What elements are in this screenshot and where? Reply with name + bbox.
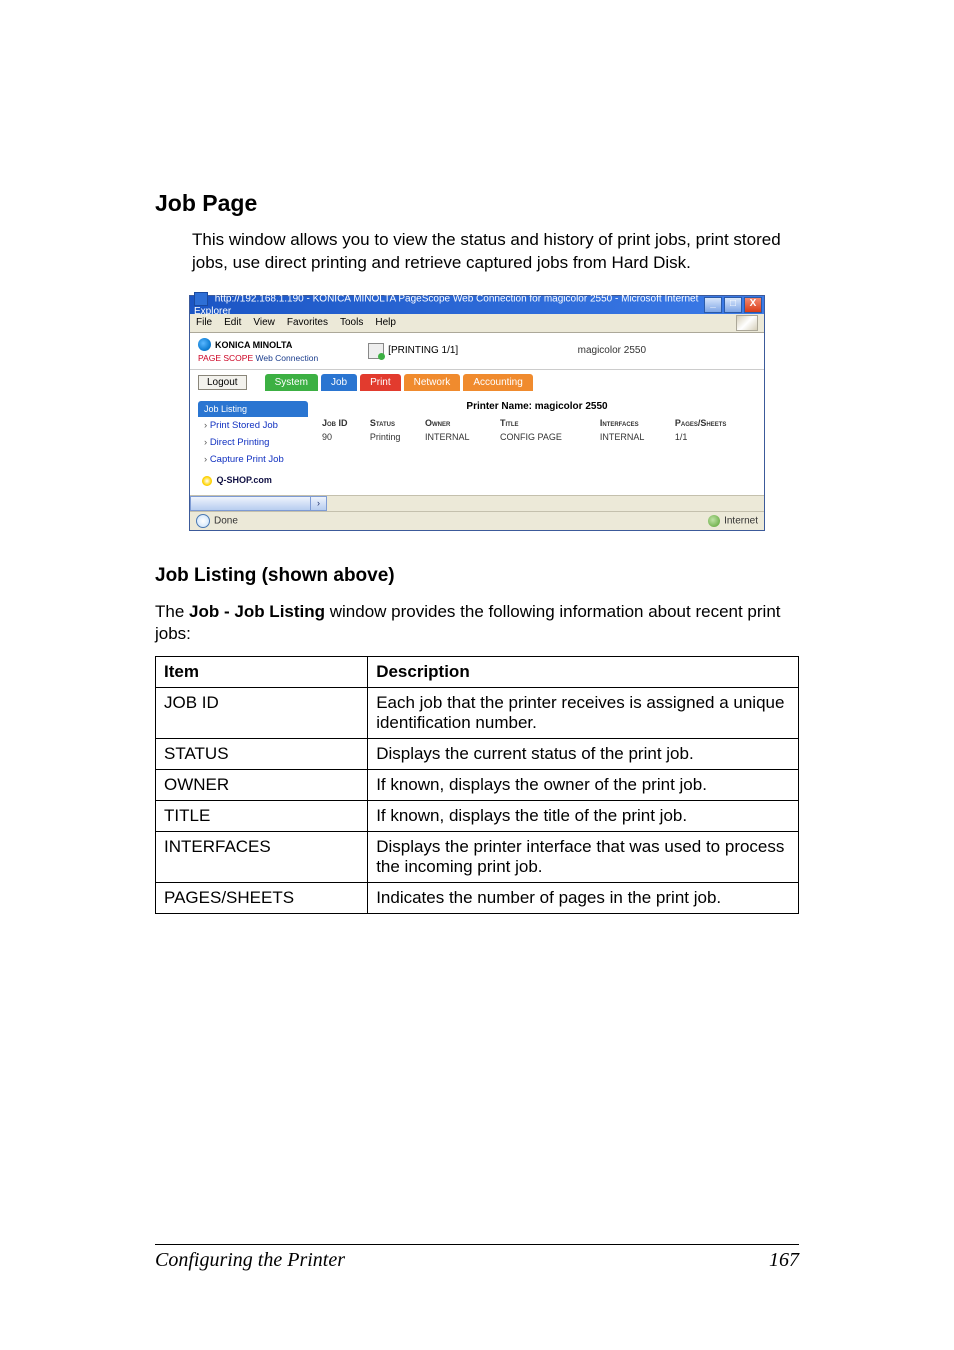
col-status: Status — [366, 416, 421, 430]
status-done: Done — [196, 514, 238, 528]
ie-throbber-icon — [736, 315, 758, 331]
tab-print[interactable]: Print — [360, 374, 401, 391]
col-title: Title — [496, 416, 596, 430]
table-row: PAGES/SHEETSIndicates the number of page… — [156, 883, 799, 914]
page-header: KONICA MINOLTA PAGE SCOPE Web Connection… — [190, 333, 764, 370]
horizontal-scrollbar[interactable]: › — [190, 495, 764, 511]
table-row: JOB IDEach job that the printer receives… — [156, 688, 799, 739]
qshop-icon — [202, 476, 212, 486]
listing-description: The Job - Job Listing window provides th… — [155, 601, 799, 647]
col-interfaces: Interfaces — [596, 416, 671, 430]
table-row: INTERFACESDisplays the printer interface… — [156, 832, 799, 883]
nav-item-print-stored-job[interactable]: Print Stored Job — [198, 417, 308, 434]
tab-job[interactable]: Job — [321, 374, 357, 391]
window-buttons: _ □ X — [704, 297, 762, 313]
footer-title: Configuring the Printer — [155, 1249, 345, 1272]
subsection-heading: Job Listing (shown above) — [155, 565, 799, 587]
nav-header: Job Listing — [198, 401, 308, 417]
menu-file[interactable]: File — [196, 317, 212, 328]
window-title: http://192.168.1.190 - KONICA MINOLTA Pa… — [194, 294, 698, 317]
model-name: magicolor 2550 — [578, 345, 646, 356]
window-titlebar: http://192.168.1.190 - KONICA MINOLTA Pa… — [190, 296, 764, 314]
brand-logo: KONICA MINOLTA — [198, 338, 318, 351]
table-row: OWNERIf known, displays the owner of the… — [156, 770, 799, 801]
ie-icon — [194, 292, 208, 306]
tab-network[interactable]: Network — [404, 374, 461, 391]
printer-icon — [368, 343, 384, 359]
left-nav: Job Listing Print Stored Job Direct Prin… — [198, 401, 308, 487]
menu-tools[interactable]: Tools — [340, 317, 363, 328]
ie-statusbar: Done Internet — [190, 511, 764, 530]
menu-favorites[interactable]: Favorites — [287, 317, 328, 328]
minimize-button[interactable]: _ — [704, 297, 722, 313]
main-content: Printer Name: magicolor 2550 Job ID Stat… — [318, 401, 756, 487]
menu-help[interactable]: Help — [375, 317, 396, 328]
tab-system[interactable]: System — [265, 374, 318, 391]
close-button[interactable]: X — [744, 297, 762, 313]
maximize-button[interactable]: □ — [724, 297, 742, 313]
job-listing-table: Job ID Status Owner Title Interfaces Pag… — [318, 416, 756, 444]
col-jobid: Job ID — [318, 416, 366, 430]
printer-name-label: Printer Name: magicolor 2550 — [318, 401, 756, 412]
col-pages: Pages/Sheets — [671, 416, 756, 430]
brand-name: KONICA MINOLTA — [215, 340, 292, 350]
table-row: TITLEIf known, displays the title of the… — [156, 801, 799, 832]
tabs-row: Logout System Job Print Network Accounti… — [190, 370, 764, 397]
scroll-thumb[interactable] — [190, 496, 312, 511]
table-row: 90 Printing INTERNAL CONFIG PAGE INTERNA… — [318, 430, 756, 444]
col-item: Item — [156, 657, 368, 688]
nav-item-capture-print-job[interactable]: Capture Print Job — [198, 451, 308, 468]
printer-status: [PRINTING 1/1] — [368, 343, 458, 359]
page-footer: Configuring the Printer 167 — [155, 1244, 799, 1272]
col-description: Description — [368, 657, 799, 688]
table-row: STATUSDisplays the current status of the… — [156, 739, 799, 770]
qshop-link[interactable]: Q-SHOP.com — [198, 474, 276, 487]
product-label: PAGE SCOPE Web Connection — [198, 353, 318, 363]
scroll-right-arrow[interactable]: › — [310, 496, 327, 511]
col-owner: Owner — [421, 416, 496, 430]
menu-view[interactable]: View — [253, 317, 275, 328]
section-intro: This window allows you to view the statu… — [192, 229, 799, 275]
section-heading: Job Page — [155, 190, 799, 217]
info-table: Item Description JOB IDEach job that the… — [155, 656, 799, 914]
screenshot: http://192.168.1.190 - KONICA MINOLTA Pa… — [189, 295, 765, 531]
status-text: [PRINTING 1/1] — [388, 345, 458, 356]
km-globe-icon — [198, 338, 211, 351]
menu-edit[interactable]: Edit — [224, 317, 241, 328]
logout-button[interactable]: Logout — [198, 375, 247, 390]
page-number: 167 — [769, 1249, 799, 1272]
status-zone: Internet — [708, 515, 758, 527]
nav-item-direct-printing[interactable]: Direct Printing — [198, 434, 308, 451]
tab-accounting[interactable]: Accounting — [463, 374, 532, 391]
